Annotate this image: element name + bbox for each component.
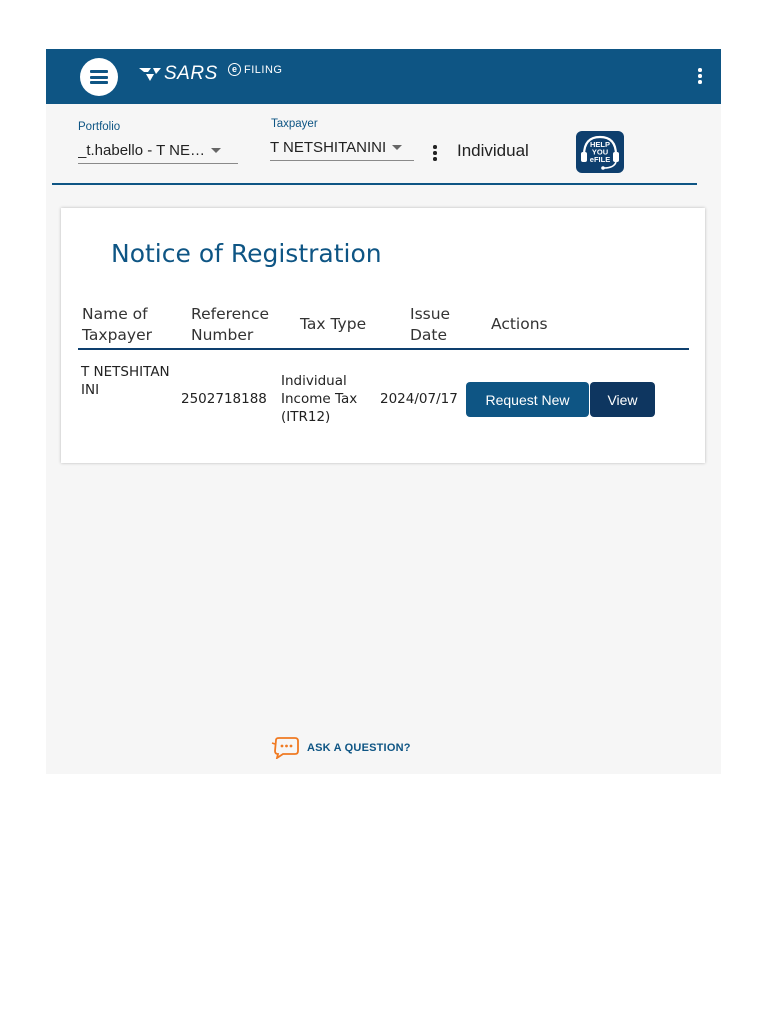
cell-reference-number: 2502718188: [181, 391, 267, 407]
sars-mark-icon: [139, 68, 161, 81]
help-you-efile-badge[interactable]: HELP YOU eFILE: [576, 131, 624, 173]
taxpayer-options-icon[interactable]: [432, 145, 438, 163]
table-header-rule: [78, 348, 689, 350]
header-divider: [52, 183, 697, 185]
taxpayer-select[interactable]: T NETSHITANINI: [270, 134, 414, 161]
badge-line-3: eFILE: [590, 155, 610, 164]
brand-name: SARS: [164, 63, 218, 84]
efiling-logo: e FILING: [228, 63, 282, 76]
portfolio-select[interactable]: _t.habello - T NE…: [78, 137, 238, 164]
column-header-reference: Reference Number: [191, 305, 270, 344]
efiling-app: SARS e FILING Portfolio _t.habello - T N…: [46, 49, 721, 774]
chevron-down-icon: [392, 144, 403, 150]
hamburger-icon: [90, 70, 108, 84]
selector-row: Portfolio _t.habello - T NE… Taxpayer T …: [46, 104, 721, 184]
ask-question-label: ASK A QUESTION?: [307, 742, 411, 754]
efiling-e-icon: e: [228, 63, 241, 76]
column-header-name: Name of Taxpayer: [82, 305, 152, 344]
taxpayer-label: Taxpayer: [271, 118, 318, 130]
taxpayer-type: Individual: [457, 141, 529, 160]
menu-button[interactable]: [80, 58, 118, 96]
cell-issue-date: 2024/07/17: [380, 391, 458, 407]
chat-bubble-icon: [271, 737, 299, 759]
column-header-issue-date: Issue Date: [410, 305, 451, 344]
more-options-icon[interactable]: [697, 68, 703, 86]
cell-tax-type: Individual Income Tax (ITR12): [281, 373, 358, 425]
column-header-tax-type: Tax Type: [300, 315, 367, 333]
portfolio-label: Portfolio: [78, 121, 121, 133]
cell-taxpayer-name: T NETSHITANINI: [81, 364, 170, 398]
card-title: Notice of Registration: [111, 239, 382, 268]
chevron-down-icon: [211, 147, 222, 153]
efiling-label: FILING: [244, 63, 283, 76]
headset-icon: HELP YOU eFILE: [581, 135, 619, 170]
registration-card: Notice of Registration Name of Taxpayer …: [61, 208, 705, 463]
top-bar: SARS e FILING: [46, 49, 721, 104]
portfolio-value: _t.habello - T NE…: [78, 141, 206, 159]
column-header-actions: Actions: [491, 315, 548, 333]
ask-question-link[interactable]: ASK A QUESTION?: [271, 737, 411, 759]
sars-logo: SARS: [138, 62, 218, 86]
view-button[interactable]: View: [590, 382, 655, 417]
request-new-button[interactable]: Request New: [466, 382, 589, 417]
taxpayer-value: T NETSHITANINI: [270, 138, 387, 156]
